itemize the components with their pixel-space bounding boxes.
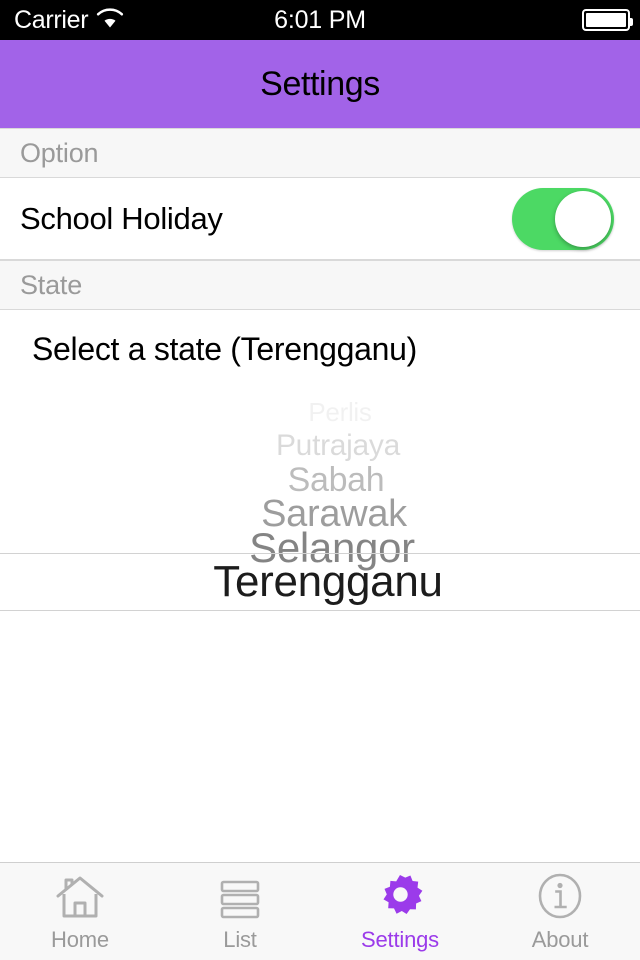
switch-knob xyxy=(555,190,611,247)
state-picker[interactable]: Perlis Putrajaya Sabah Sarawak Selangor Teren… xyxy=(0,388,640,630)
page-title: Settings xyxy=(260,64,380,103)
tab-bar: Home List Settings About xyxy=(0,862,640,960)
info-circle-icon xyxy=(534,871,586,923)
tab-settings[interactable]: Settings xyxy=(320,863,480,960)
picker-selection-line-bottom xyxy=(0,610,640,611)
row-select-state[interactable]: Select a state (Terengganu) xyxy=(0,310,640,388)
tab-home-label: Home xyxy=(51,926,109,952)
gear-icon xyxy=(374,871,426,923)
section-header-option: Option xyxy=(0,128,640,178)
status-bar-right xyxy=(582,0,633,40)
tab-settings-label: Settings xyxy=(361,926,439,952)
picker-selection-line-top xyxy=(0,553,640,554)
battery-icon xyxy=(582,9,633,31)
picker-item-selected[interactable]: Terengganu xyxy=(8,556,640,608)
house-icon xyxy=(54,871,106,923)
select-state-label: Select a state (Terengganu) xyxy=(32,330,418,367)
status-bar-time: 6:01 PM xyxy=(274,5,366,34)
picker-item[interactable]: Perlis xyxy=(20,395,640,429)
tab-about-label: About xyxy=(531,926,589,952)
tab-list[interactable]: List xyxy=(160,863,320,960)
app-screen: Carrier 6:01 PM Settings Option School H… xyxy=(0,0,640,960)
tab-home[interactable]: Home xyxy=(0,863,160,960)
tab-about[interactable]: About xyxy=(480,863,640,960)
status-bar: Carrier 6:01 PM xyxy=(0,0,640,40)
row-school-holiday[interactable]: School Holiday xyxy=(0,178,640,260)
school-holiday-label: School Holiday xyxy=(20,200,223,236)
section-header-state: State xyxy=(0,260,640,310)
navigation-bar: Settings xyxy=(0,40,640,128)
school-holiday-switch[interactable] xyxy=(512,187,614,250)
section-header-state-label: State xyxy=(20,269,83,300)
tab-list-label: List xyxy=(223,926,257,952)
section-header-option-label: Option xyxy=(20,137,99,168)
list-icon xyxy=(214,871,266,923)
